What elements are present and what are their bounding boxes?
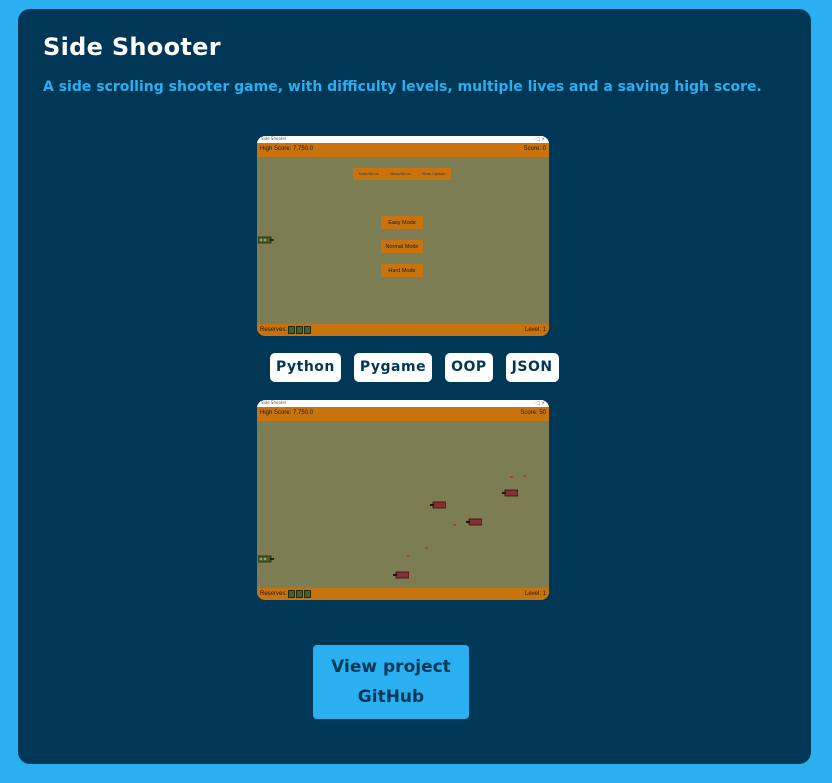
hard-mode-button: Hard Mode xyxy=(381,264,423,277)
easy-mode-button: Easy Mode xyxy=(381,216,423,229)
hud-bottom-bar: Reserves: Level: 1 xyxy=(257,324,549,336)
bullet-icon xyxy=(407,555,410,557)
window-controls-icon: – □ ✕ xyxy=(533,136,545,141)
github-button-line1: View project xyxy=(331,657,451,677)
reserve-tanks-icon xyxy=(288,590,311,598)
bullet-icon xyxy=(453,524,456,526)
player-tank-icon xyxy=(258,236,274,244)
high-score-text: High Score: 7,750.0 xyxy=(260,410,314,416)
bullet-icon xyxy=(510,476,513,478)
high-score-text: High Score: 7,750.0 xyxy=(260,146,314,152)
hud-top-bar: High Score: 7,750.0 Score: 0 xyxy=(257,143,549,157)
score-text: Score: 0 xyxy=(523,146,546,152)
enemy-tank-icon xyxy=(430,501,446,509)
window-title: Side Shooter xyxy=(261,136,287,141)
window-titlebar: Side Shooter – □ ✕ xyxy=(257,136,549,143)
normal-mode-button: Normal Mode xyxy=(381,240,423,253)
player-tank-icon xyxy=(258,555,274,563)
reserves-label: Reserves: xyxy=(260,327,288,333)
score-text: Score: 50 xyxy=(520,410,546,416)
options-strip: Music/Sfx on Music/Sfx on Show / Update xyxy=(353,168,451,180)
window-controls-icon: – □ ✕ xyxy=(533,400,545,405)
tag-python: Python xyxy=(270,353,341,382)
reserves-label: Reserves: xyxy=(260,591,288,597)
enemy-tank-icon xyxy=(502,489,518,497)
tag-json: JSON xyxy=(505,353,559,382)
bullet-icon xyxy=(425,547,428,549)
view-github-button[interactable]: View project GitHub xyxy=(313,645,469,719)
reserve-tanks-icon xyxy=(288,326,311,334)
screenshot-menu: Side Shooter – □ ✕ High Score: 7,750.0 S… xyxy=(257,136,549,336)
level-text: Level: 1 xyxy=(524,591,546,597)
menu-item-2: Music/Sfx on xyxy=(390,172,411,176)
project-description: A side scrolling shooter game, with diff… xyxy=(43,79,762,95)
hud-top-bar: High Score: 7,750.0 Score: 50 xyxy=(257,407,549,421)
project-card: Side Shooter A side scrolling shooter ga… xyxy=(18,9,811,764)
tag-pygame: Pygame xyxy=(353,353,433,382)
project-title: Side Shooter xyxy=(43,33,221,61)
bullet-icon xyxy=(523,475,526,477)
window-title: Side Shooter xyxy=(261,400,287,405)
tag-oop: OOP xyxy=(445,353,493,382)
enemy-tank-icon xyxy=(466,518,482,526)
enemy-tank-icon xyxy=(393,571,409,579)
menu-item-1: Music/Sfx on xyxy=(358,172,379,176)
tech-tags: Python Pygame OOP JSON xyxy=(270,353,559,382)
hud-bottom-bar: Reserves: Level: 1 xyxy=(257,588,549,600)
github-button-line2: GitHub xyxy=(357,687,425,707)
menu-item-3: Show / Update xyxy=(422,172,446,176)
level-text: Level: 1 xyxy=(524,327,546,333)
window-titlebar: Side Shooter – □ ✕ xyxy=(257,400,549,407)
screenshot-gameplay: Side Shooter – □ ✕ High Score: 7,750.0 S… xyxy=(257,400,549,600)
